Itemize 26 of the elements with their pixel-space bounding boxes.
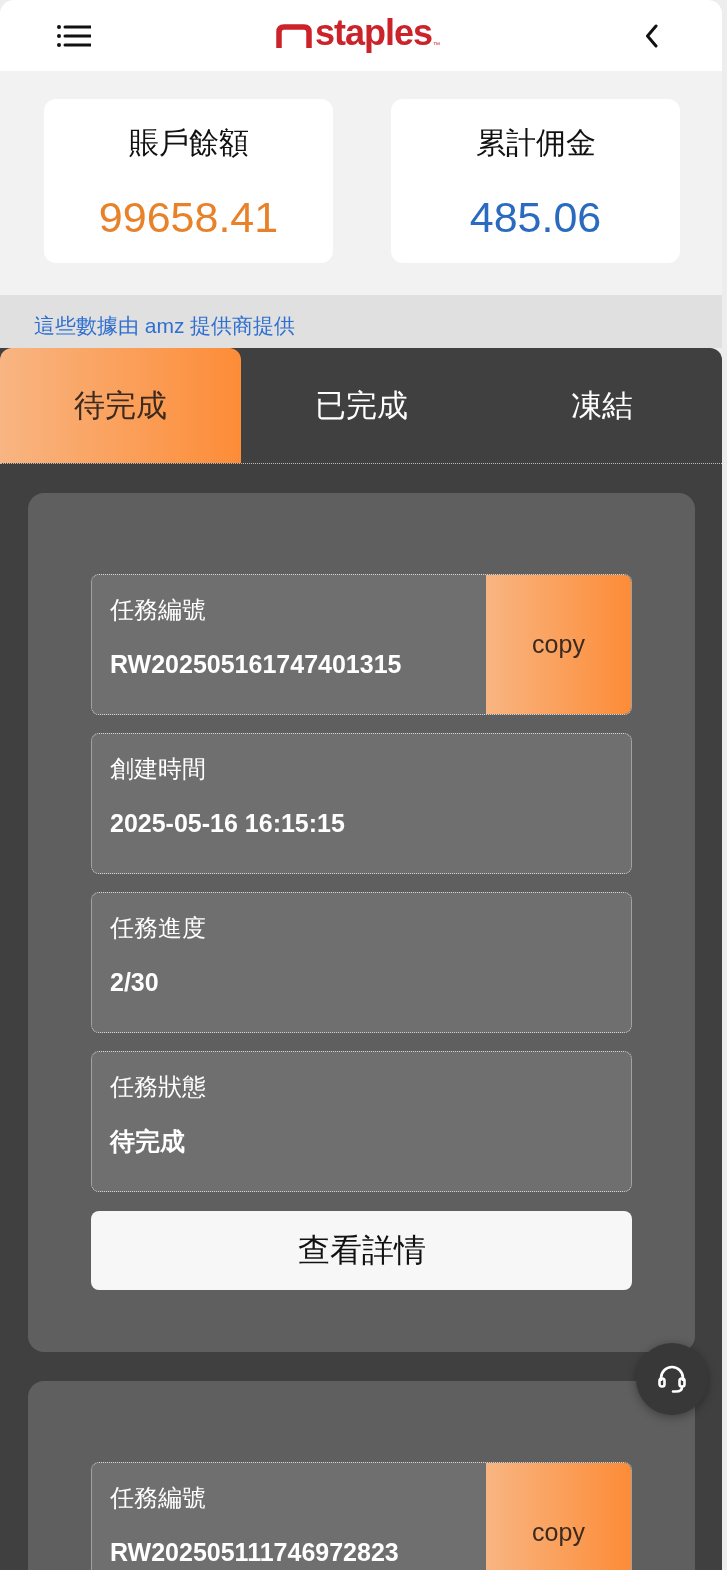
- tab[interactable]: 待完成: [0, 348, 241, 463]
- details-button[interactable]: 查看詳情: [91, 1211, 632, 1290]
- stat-value: 99658.41: [98, 193, 279, 241]
- stat-value: 485.06: [469, 193, 602, 241]
- field-label: 任務編號: [110, 595, 206, 625]
- copy-button[interactable]: copy: [486, 1463, 631, 1570]
- field-label: 創建時間: [110, 754, 206, 784]
- field-label: 任務狀態: [110, 1072, 206, 1102]
- field-value: 待完成: [110, 1126, 185, 1157]
- field-value: 2025-05-16 16:15:15: [110, 808, 345, 839]
- headset-icon: [656, 1363, 688, 1395]
- field-value: RW202505111746972823: [110, 1537, 399, 1568]
- field-label: 任務進度: [110, 913, 206, 943]
- field-value: RW202505161747401315: [110, 649, 402, 680]
- tab[interactable]: 已完成: [241, 348, 482, 463]
- menu-icon[interactable]: [57, 24, 91, 47]
- copy-button[interactable]: copy: [486, 575, 631, 714]
- stat-label: 累計佣金: [475, 125, 596, 161]
- data-source-notice: 這些數據由 amz 提供商提供: [0, 295, 722, 348]
- stat-label: 賬戶餘額: [128, 125, 249, 161]
- logo-arch-icon: [275, 24, 312, 48]
- brand-logo-text: staples: [314, 12, 433, 53]
- field-label: 任務編號: [110, 1483, 206, 1513]
- field-value: 2/30: [110, 967, 159, 998]
- tab[interactable]: 凍結: [481, 348, 722, 463]
- back-icon[interactable]: [645, 23, 659, 48]
